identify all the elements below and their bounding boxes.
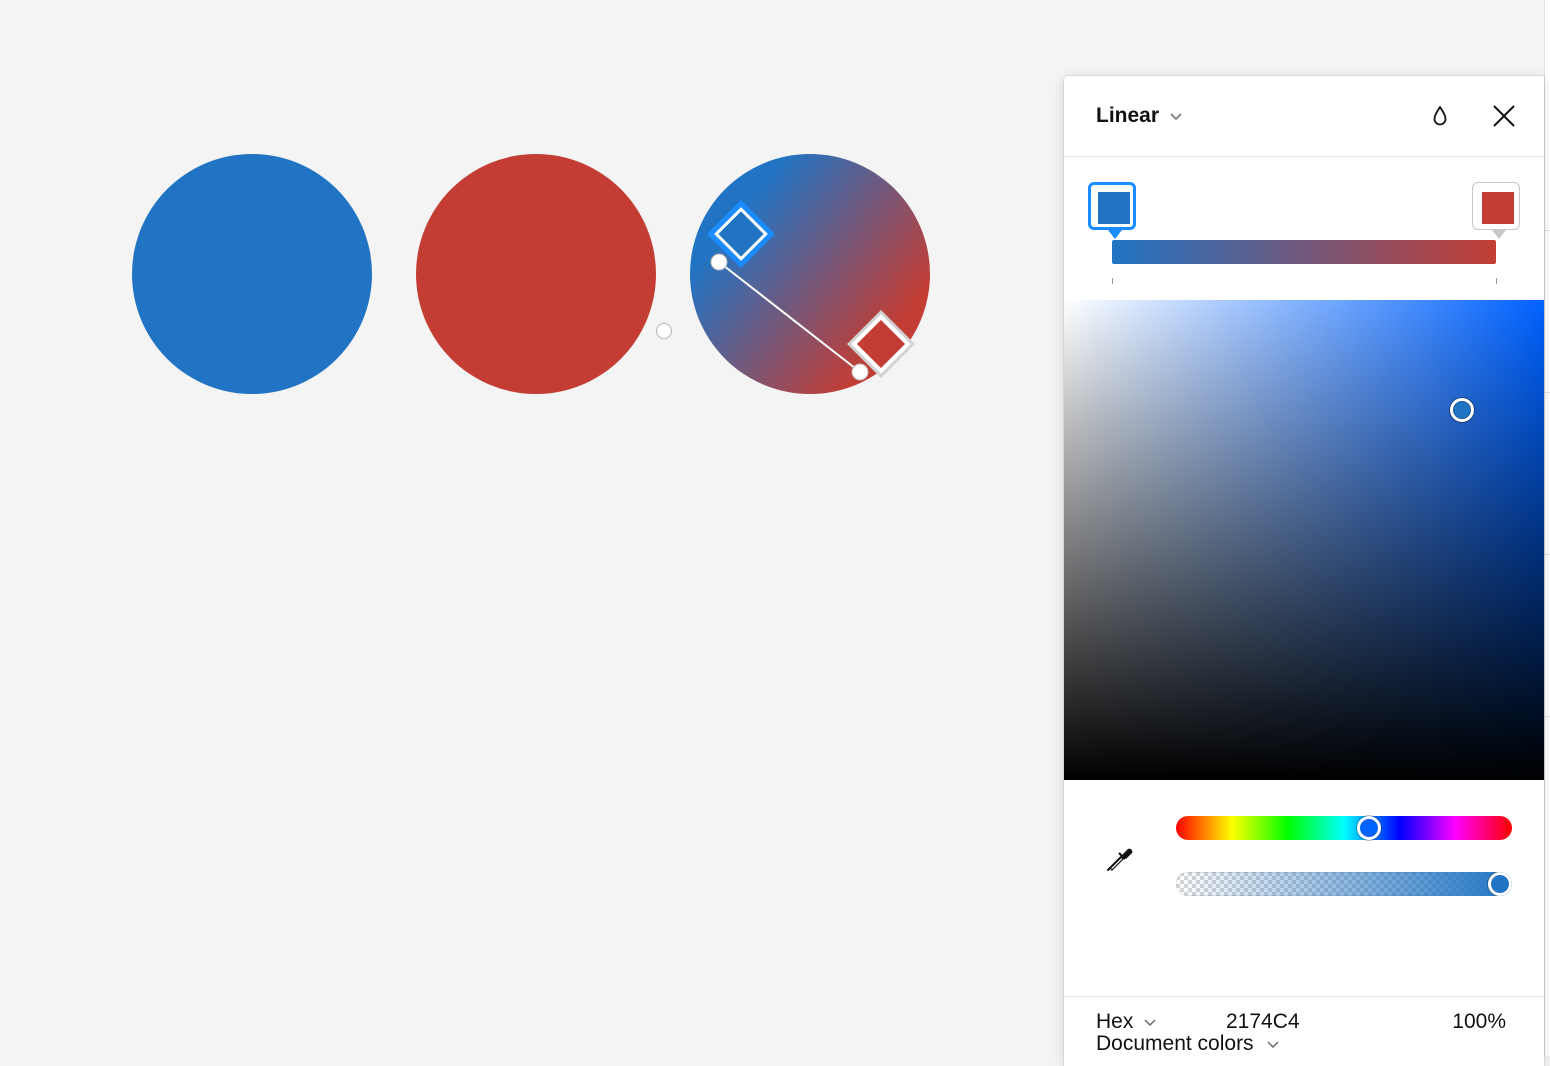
gradient-preview-bar[interactable] [1112, 240, 1496, 264]
chevron-down-icon [1144, 1019, 1156, 1027]
red-circle[interactable] [416, 154, 656, 394]
gradient-end-point[interactable] [851, 363, 869, 381]
chevron-down-icon [1266, 1041, 1279, 1049]
document-colors-label: Document colors [1096, 1032, 1254, 1055]
document-colors-dropdown[interactable]: Document colors [1096, 1032, 1280, 1056]
gradient-stops-editor [1064, 157, 1544, 300]
hue-slider[interactable] [1176, 816, 1512, 840]
color-controls: Hex 2174C4 100% [1064, 780, 1544, 1033]
drop-icon[interactable] [1426, 102, 1454, 130]
fill-picker-header: Linear [1064, 76, 1544, 157]
opacity-input[interactable]: 100% [1452, 1010, 1506, 1034]
fill-type-label: Linear [1096, 104, 1160, 127]
hex-input[interactable]: 2174C4 [1226, 1010, 1406, 1034]
blue-circle[interactable] [132, 154, 372, 394]
bar-tick-start [1112, 278, 1113, 284]
saturation-brightness-picker[interactable] [1064, 300, 1544, 780]
gradient-stop-start[interactable] [1088, 182, 1136, 239]
gradient-start-point[interactable] [710, 253, 728, 271]
fill-picker-panel: Linear Hex 2174C4 100% Document colors [1064, 76, 1544, 1066]
color-mode-label: Hex [1096, 1010, 1134, 1033]
fill-type-dropdown[interactable]: Linear [1096, 102, 1183, 130]
stop-swatch [1098, 192, 1130, 224]
close-icon[interactable] [1490, 102, 1518, 130]
bar-tick-end [1496, 278, 1497, 284]
hue-slider-knob[interactable] [1356, 816, 1381, 840]
stop-swatch [1482, 192, 1514, 224]
right-panel-edge [1544, 0, 1550, 1056]
opacity-slider-knob[interactable] [1488, 872, 1512, 896]
chevron-down-icon [1170, 113, 1182, 121]
opacity-slider[interactable] [1176, 872, 1512, 896]
color-mode-dropdown[interactable]: Hex [1096, 1010, 1157, 1034]
selection-resize-handle[interactable] [656, 323, 672, 339]
gradient-stop-end[interactable] [1472, 182, 1520, 239]
eyedropper-icon[interactable] [1102, 840, 1138, 876]
